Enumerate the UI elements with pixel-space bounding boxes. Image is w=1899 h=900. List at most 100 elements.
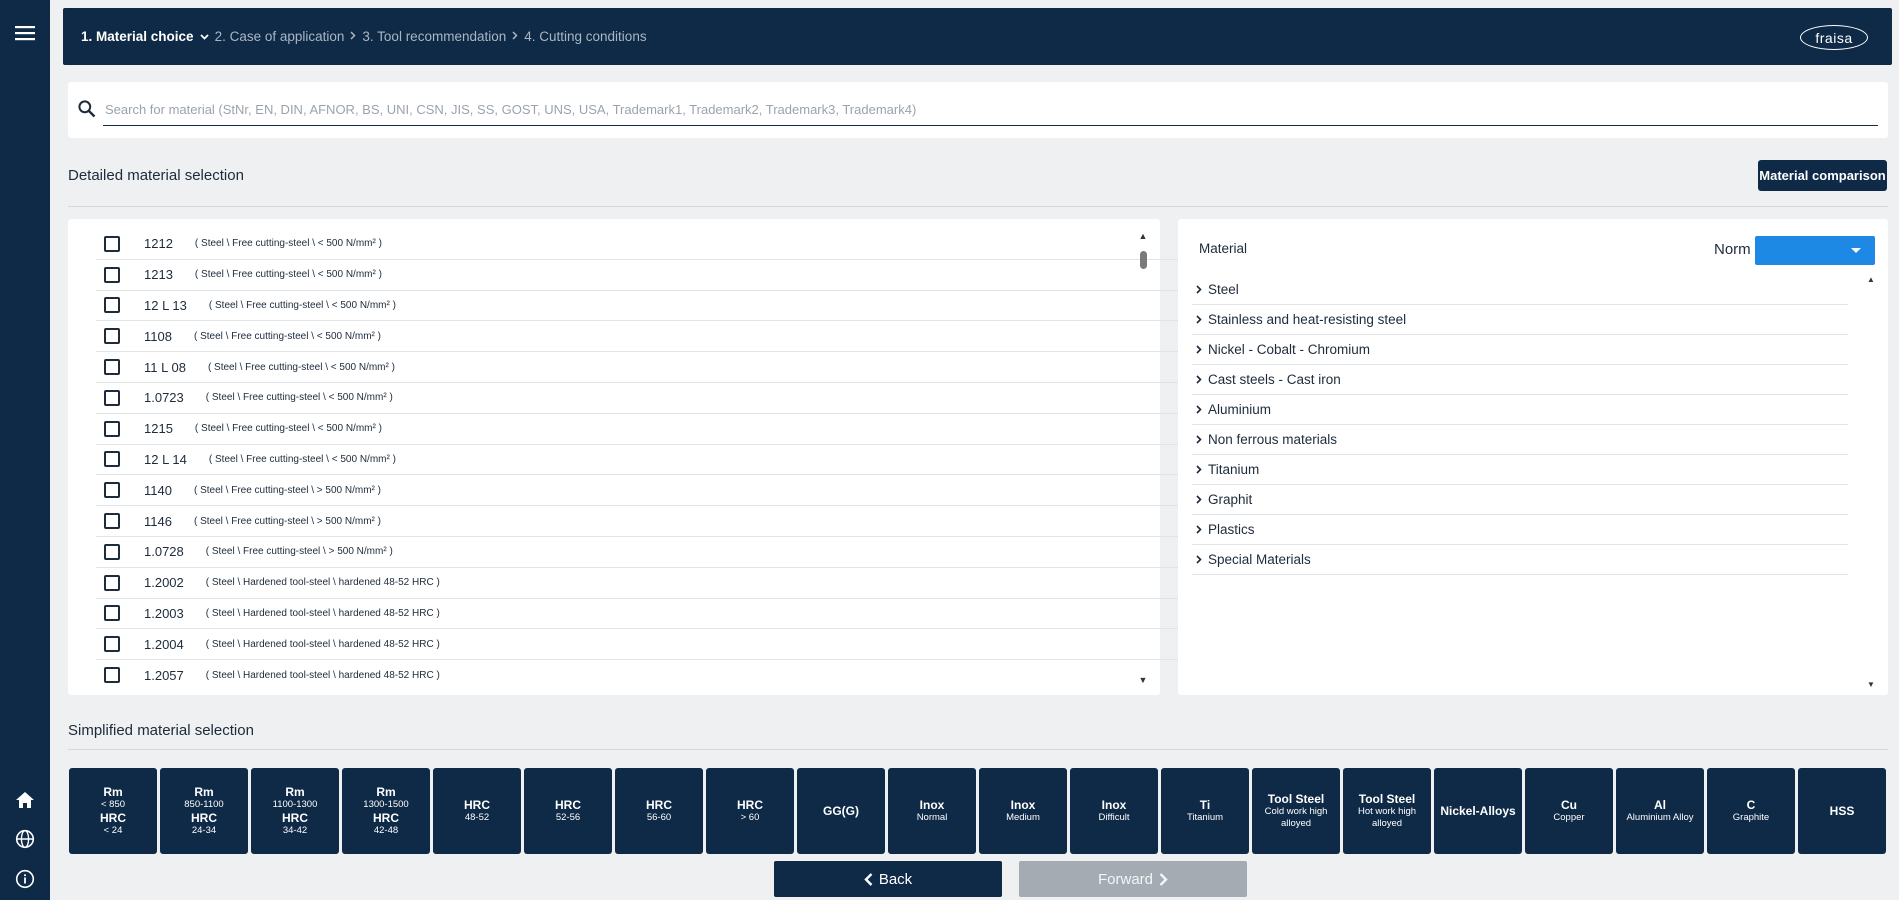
tile-subtitle: Normal [916,812,948,823]
material-code: 1.2002 [144,575,184,591]
scroll-down-icon[interactable]: ▼ [1866,680,1876,689]
material-row[interactable]: 1.0728 ( Steel \ Free cutting-steel \ > 5… [96,537,1192,568]
material-tile[interactable]: Inox Difficult [1070,768,1158,854]
tree-node-label: Plastics [1208,522,1255,537]
material-checkbox[interactable] [104,235,120,252]
globe-icon[interactable] [13,827,37,851]
material-row[interactable]: 1.0723 ( Steel \ Free cutting-steel \ < 5… [96,383,1192,414]
material-tile[interactable]: HRC 52-56 [524,768,612,854]
material-checkbox[interactable] [104,636,120,653]
material-row[interactable]: 12 L 13 ( Steel \ Free cutting-steel \ < … [96,291,1192,322]
tree-node[interactable]: Nickel - Cobalt - Chromium [1192,335,1848,365]
material-row[interactable]: 1213 ( Steel \ Free cutting-steel \ < 500… [96,260,1192,291]
material-list-scrollbar[interactable]: ▲ ▼ [1138,231,1148,685]
material-tile[interactable]: Cu Copper [1525,768,1613,854]
breadcrumb-step-4[interactable]: 4. Cutting conditions [524,29,646,44]
material-description: ( Steel \ Hardened tool-steel \ hardened… [205,607,440,619]
tree-node-label: Aluminium [1208,402,1272,417]
material-row[interactable]: 1.2057 ( Steel \ Hardened tool-steel \ ha… [96,660,1192,687]
tree-node[interactable]: Non ferrous materials [1192,425,1848,455]
tile-title: Ti [1199,798,1211,812]
material-checkbox[interactable] [104,605,120,622]
norm-dropdown[interactable] [1755,236,1875,265]
scroll-thumb[interactable] [1140,251,1147,269]
tile-subtitle: 48-52 [464,812,490,823]
tree-node[interactable]: Aluminium [1192,395,1848,425]
material-tile[interactable]: HSS [1798,768,1886,854]
material-tile[interactable]: HRC 56-60 [615,768,703,854]
tile-subtitle: < 850 [100,799,126,810]
material-tile[interactable]: HRC > 60 [706,768,794,854]
tree-node[interactable]: Graphit [1192,485,1848,515]
breadcrumb-label: 2. Case of application [214,29,345,44]
material-comparison-button[interactable]: Material comparison [1758,160,1887,191]
info-icon[interactable] [13,867,37,891]
back-button[interactable]: Back [774,861,1002,897]
material-checkbox[interactable] [104,543,120,560]
material-row[interactable]: 1108 ( Steel \ Free cutting-steel \ < 500… [96,321,1192,353]
material-row[interactable]: 11 L 08 ( Steel \ Free cutting-steel \ < … [96,352,1192,383]
material-checkbox[interactable] [104,667,120,684]
breadcrumb-step-2[interactable]: 2. Case of application [215,29,363,44]
material-checkbox[interactable] [104,359,120,376]
material-code: 1212 [144,236,173,252]
tree-node[interactable]: Titanium [1192,455,1848,485]
breadcrumb-step-1[interactable]: 1. Material choice [81,29,215,44]
search-icon [78,100,96,118]
material-row[interactable]: 1.2002 ( Steel \ Hardened tool-steel \ ha… [96,568,1192,599]
material-checkbox[interactable] [104,482,120,499]
material-row[interactable]: 1215 ( Steel \ Free cutting-steel \ < 500… [96,414,1192,445]
material-checkbox[interactable] [104,328,120,345]
material-tile[interactable]: Rm 1300-1500 HRC 42-48 [342,768,430,854]
tree-node[interactable]: Steel [1192,275,1848,305]
material-checkbox[interactable] [104,420,120,437]
material-code: 1.0728 [144,544,184,560]
material-list[interactable]: 1212 ( Steel \ Free cutting-steel \ < 500… [96,229,1192,687]
tree-node[interactable]: Stainless and heat-resisting steel [1192,305,1848,335]
material-tile[interactable]: HRC 48-52 [433,768,521,854]
breadcrumb-step-3[interactable]: 3. Tool recommendation [362,29,524,44]
material-checkbox[interactable] [104,389,120,406]
chevron-right-icon [1192,373,1206,387]
material-checkbox[interactable] [104,451,120,468]
material-tile[interactable]: Tool Steel Hot work high alloyed [1343,768,1431,854]
material-row[interactable]: 1212 ( Steel \ Free cutting-steel \ < 500… [96,229,1192,260]
material-checkbox[interactable] [104,297,120,314]
material-checkbox[interactable] [104,574,120,591]
material-tile[interactable]: Rm 1100-1300 HRC 34-42 [251,768,339,854]
material-tile[interactable]: GG(G) [797,768,885,854]
tile-subtitle: alloyed [1371,818,1403,829]
menu-icon[interactable] [13,21,37,45]
material-tile[interactable]: Ti Titanium [1161,768,1249,854]
material-code: 11 L 08 [144,359,186,375]
material-row[interactable]: 1140 ( Steel \ Free cutting-steel \ > 500… [96,475,1192,507]
scroll-up-icon[interactable]: ▲ [1138,231,1148,241]
home-icon[interactable] [13,788,37,812]
material-checkbox[interactable] [104,513,120,530]
forward-button[interactable]: Forward [1019,861,1247,897]
tree-scrollbar[interactable]: ▲ ▼ [1866,275,1876,689]
material-row[interactable]: 1.2003 ( Steel \ Hardened tool-steel \ ha… [96,599,1192,630]
tree-node[interactable]: Special Materials [1192,545,1848,575]
material-tile[interactable]: Rm 850-1100 HRC 24-34 [160,768,248,854]
material-checkbox[interactable] [104,266,120,283]
material-tile[interactable]: Tool Steel Cold work high alloyed [1252,768,1340,854]
material-row[interactable]: 1146 ( Steel \ Free cutting-steel \ > 500… [96,506,1192,537]
material-tile[interactable]: Nickel-Alloys [1434,768,1522,854]
material-row[interactable]: 1.2004 ( Steel \ Hardened tool-steel \ ha… [96,629,1192,661]
material-tile[interactable]: Rm < 850 HRC < 24 [69,768,157,854]
scroll-down-icon[interactable]: ▼ [1138,675,1148,685]
scroll-up-icon[interactable]: ▲ [1866,275,1876,284]
chevron-right-icon [1192,403,1206,417]
material-tile[interactable]: C Graphite [1707,768,1795,854]
material-description: ( Steel \ Hardened tool-steel \ hardened… [205,669,440,681]
tile-subtitle: Titanium [1186,812,1224,823]
material-row[interactable]: 12 L 14 ( Steel \ Free cutting-steel \ < … [96,445,1192,476]
material-search-input[interactable] [103,93,1878,126]
material-tile[interactable]: Inox Medium [979,768,1067,854]
tree-node[interactable]: Cast steels - Cast iron [1192,365,1848,395]
material-tile[interactable]: Inox Normal [888,768,976,854]
tree-node[interactable]: Plastics [1192,515,1848,545]
material-tile[interactable]: Al Aluminium Alloy [1616,768,1704,854]
tree-node-label: Nickel - Cobalt - Chromium [1208,342,1371,357]
